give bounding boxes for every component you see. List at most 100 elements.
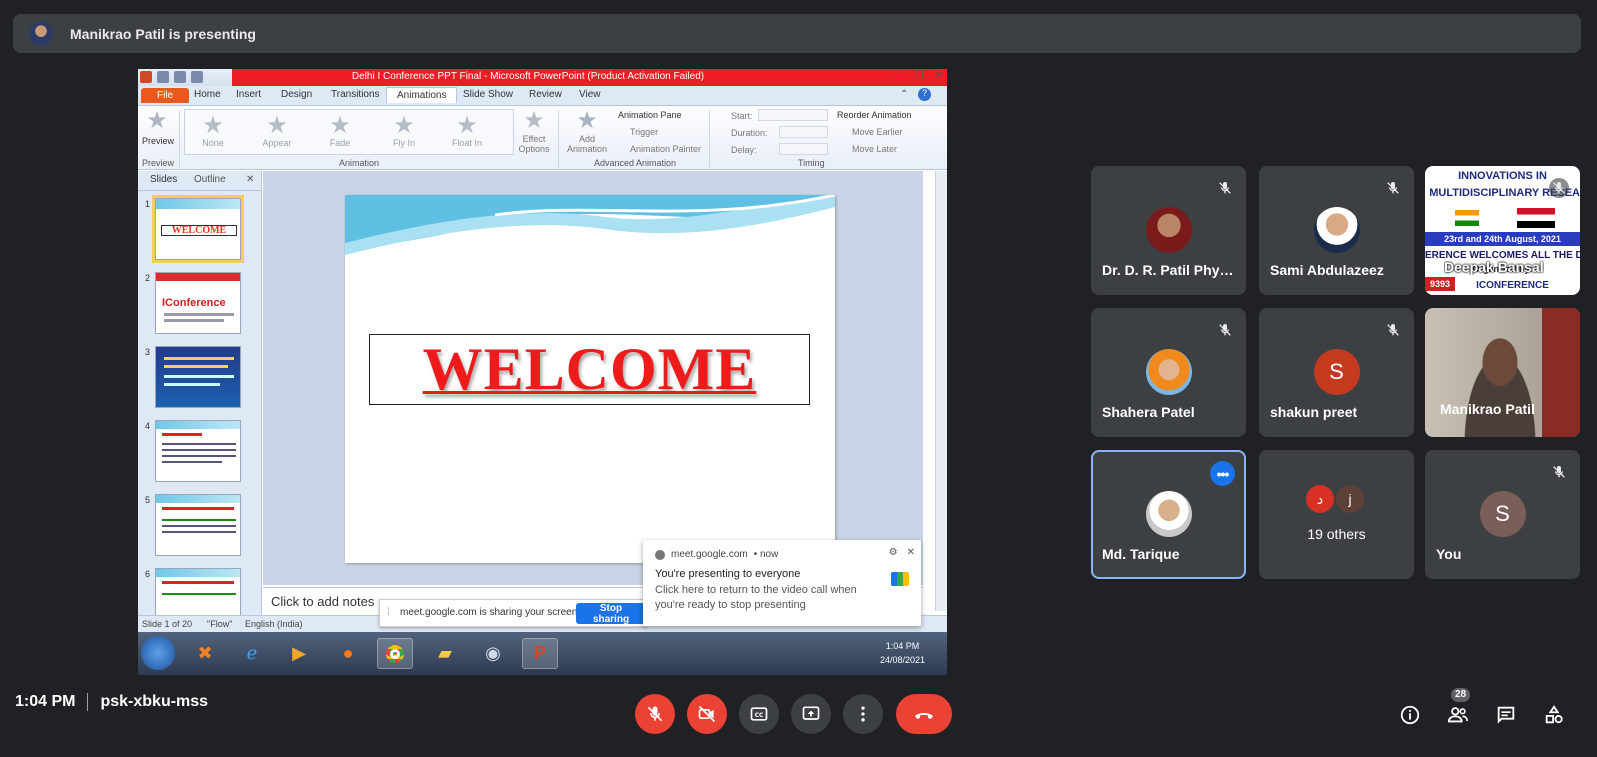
current-slide[interactable]: WELCOME — [345, 195, 835, 563]
explorer-icon[interactable]: ▰ — [427, 638, 463, 669]
mic-off-icon — [1215, 320, 1235, 340]
participant-tile[interactable]: Manikrao Patil — [1425, 308, 1580, 437]
delay-input[interactable] — [779, 143, 828, 155]
thumb-number: 1 — [145, 199, 151, 209]
animation-appear[interactable]: Appear — [252, 138, 302, 148]
present-screen-button[interactable] — [791, 694, 831, 734]
clock-time: 1:04 PM — [885, 641, 920, 651]
start-button-icon[interactable] — [141, 636, 175, 670]
current-time: 1:04 PM — [15, 693, 76, 710]
people-button[interactable] — [1446, 703, 1470, 727]
slide-scrollbar[interactable] — [935, 171, 947, 611]
chat-button[interactable] — [1494, 703, 1518, 727]
camera-toggle-button[interactable] — [687, 694, 727, 734]
mic-toggle-button[interactable] — [635, 694, 675, 734]
activities-button[interactable] — [1542, 703, 1566, 727]
participant-tile-self[interactable]: S You — [1425, 450, 1580, 579]
preview-star-icon[interactable]: ★ — [145, 109, 169, 133]
slide-wave-decoration — [345, 195, 835, 255]
animation-float-in[interactable]: Float In — [442, 138, 492, 148]
tab-slides[interactable]: Slides — [150, 174, 177, 185]
tab-insert[interactable]: Insert — [236, 89, 261, 100]
tab-review[interactable]: Review — [529, 89, 562, 100]
participant-tile[interactable]: INNOVATIONS IN MULTIDISCIPLINARY RESEA 2… — [1425, 166, 1580, 295]
add-animation-button[interactable]: Add Animation — [564, 134, 610, 154]
slide-thumbnail-5[interactable] — [155, 494, 241, 556]
slide-thumbnail-6[interactable] — [155, 568, 241, 616]
tab-animations[interactable]: Animations — [386, 87, 458, 103]
captions-button[interactable]: CC — [739, 694, 779, 734]
tab-view[interactable]: View — [579, 89, 601, 100]
notification-title: You're presenting to everyone — [655, 568, 801, 580]
meeting-info-button[interactable] — [1398, 703, 1422, 727]
participant-tile[interactable]: Shahera Patel — [1091, 308, 1246, 437]
ribbon-minimize-icon[interactable]: ⌃ — [900, 89, 908, 100]
fade-star-icon[interactable]: ★ — [328, 114, 352, 138]
present-icon — [802, 706, 820, 720]
participant-tile[interactable]: Dr. D. R. Patil Phys... — [1091, 166, 1246, 295]
animation-pane-button[interactable]: Animation Pane — [618, 110, 682, 120]
participant-avatar: S — [1313, 349, 1360, 395]
activities-icon — [1545, 705, 1563, 724]
participant-tile-active[interactable]: ••• Md. Tarique — [1091, 450, 1246, 579]
thumb-number: 2 — [145, 273, 151, 283]
ie-icon[interactable]: ℯ — [234, 638, 270, 669]
powerpoint-icon[interactable]: P — [522, 638, 558, 669]
start-dropdown[interactable] — [758, 109, 828, 121]
animation-fade[interactable]: Fade — [315, 138, 365, 148]
tab-home[interactable]: Home — [194, 89, 221, 100]
media-player-icon[interactable]: ▶ — [281, 638, 317, 669]
drag-handle-icon[interactable]: ⁞ — [387, 607, 390, 618]
slide-thumbnail-4[interactable] — [155, 420, 241, 482]
preview-button[interactable]: Preview — [142, 136, 174, 146]
move-earlier-button[interactable]: Move Earlier — [852, 127, 903, 137]
animation-fly-in[interactable]: Fly In — [379, 138, 429, 148]
leave-call-button[interactable] — [896, 694, 952, 734]
animation-none[interactable]: None — [188, 138, 238, 148]
fly-in-star-icon[interactable]: ★ — [392, 114, 416, 138]
firefox-icon[interactable]: ● — [330, 638, 366, 669]
slide-thumbnail-3[interactable] — [155, 346, 241, 408]
float-in-star-icon[interactable]: ★ — [455, 114, 479, 138]
tab-outline[interactable]: Outline — [194, 174, 226, 185]
welcome-textbox[interactable]: WELCOME — [369, 334, 810, 405]
appear-star-icon[interactable]: ★ — [265, 114, 289, 138]
meeting-code[interactable]: psk-xbku-mss — [100, 693, 208, 711]
more-options-button[interactable]: ••• — [1210, 461, 1235, 486]
hang-up-icon — [915, 713, 933, 719]
start-label: Start: — [731, 111, 753, 121]
xampp-icon[interactable]: ✖ — [187, 638, 223, 669]
others-tile[interactable]: د j 19 others — [1259, 450, 1414, 579]
none-star-icon[interactable]: ★ — [201, 114, 225, 138]
mic-off-icon — [1549, 178, 1569, 198]
animation-painter-button[interactable]: Animation Painter — [630, 144, 701, 154]
shared-screen: Delhi I Conference PPT Final - Microsoft… — [138, 69, 947, 675]
slide-thumbnail-1[interactable]: WELCOME — [152, 195, 244, 263]
participant-tile[interactable]: S shakun preet — [1259, 308, 1414, 437]
add-animation-icon[interactable]: ★ — [575, 109, 599, 133]
mic-off-icon — [1215, 178, 1235, 198]
tab-file[interactable]: File — [141, 88, 190, 103]
network-icon[interactable]: ◉ — [475, 638, 511, 669]
help-icon[interactable]: ? — [918, 88, 931, 101]
tab-transitions[interactable]: Transitions — [331, 89, 380, 100]
close-icon[interactable]: ✕ — [907, 547, 915, 558]
more-options-button[interactable] — [843, 694, 883, 734]
chrome-icon[interactable] — [377, 638, 413, 669]
effect-options-icon[interactable]: ★ — [522, 109, 546, 133]
slide-thumbnail-2[interactable]: IConference — [155, 272, 241, 334]
tab-design[interactable]: Design — [281, 89, 312, 100]
stop-sharing-button[interactable]: Stop sharing — [576, 603, 646, 625]
trigger-button[interactable]: Trigger — [630, 127, 658, 137]
close-panel-icon[interactable]: ✕ — [246, 174, 254, 185]
tab-slide-show[interactable]: Slide Show — [463, 89, 513, 100]
captions-icon: CC — [750, 707, 768, 721]
duration-input[interactable] — [779, 126, 828, 138]
effect-options-button[interactable]: Effect Options — [516, 134, 552, 154]
presenting-notification[interactable]: meet.google.com • now ⚙ ✕ You're presenti… — [643, 540, 921, 626]
participant-tile[interactable]: Sami Abdulazeez — [1259, 166, 1414, 295]
participants-count-badge: 28 — [1451, 688, 1470, 702]
settings-gear-icon[interactable]: ⚙ — [889, 547, 898, 558]
move-later-button[interactable]: Move Later — [852, 144, 897, 154]
presenter-bar[interactable]: Manikrao Patil is presenting — [13, 14, 1581, 53]
